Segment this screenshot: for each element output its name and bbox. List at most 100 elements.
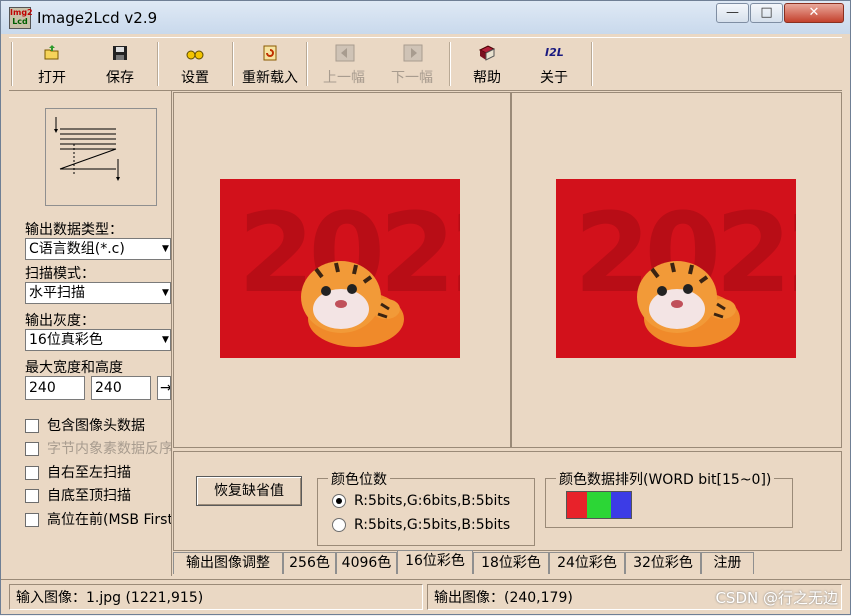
checkbox-label: 自底至顶扫描 [47,488,131,504]
max-height-input[interactable]: 240 [91,376,151,400]
apply-size-button[interactable]: → [157,376,171,400]
about-button[interactable]: I2L 关于 [521,42,587,86]
toolbar-separator [591,42,593,86]
app-logo-text-top: Img2 [10,8,33,17]
help-button[interactable]: 帮助 [454,42,520,86]
tab-4096-color[interactable]: 4096色 [336,552,397,574]
restore-defaults-button[interactable]: 恢复缺省值 [196,476,302,506]
title-bar[interactable]: Img2 Lcd Image2Lcd v2.9 — □ ✕ [1,1,850,34]
blue-bits-segment [611,492,631,518]
gray-select[interactable]: 16位真彩色 ▼ [25,329,171,351]
minimize-button[interactable]: — [716,3,749,23]
color-arrangement-group: 颜色数据排列(WORD bit[15~0]) [545,469,793,528]
checkbox-bottom-to-top[interactable]: 自底至顶扫描 [25,485,131,505]
tab-256-color[interactable]: 256色 [283,552,336,574]
close-icon: ✕ [808,5,820,20]
checkbox-right-to-left[interactable]: 自右至左扫描 [25,462,131,482]
open-label: 打开 [38,70,66,86]
radio-label: R:5bits,G:5bits,B:5bits [354,517,511,533]
green-bits-segment [587,492,611,518]
output-image-panel: 2022 [511,92,842,448]
next-button[interactable]: 下一幅 [379,42,445,86]
color-arrangement-title: 颜色数据排列(WORD bit[15~0]) [556,469,775,489]
output-image: 2022 [556,179,796,358]
close-button[interactable]: ✕ [784,3,844,23]
gray-value: 16位真彩色 [29,332,103,348]
about-i2l-icon: I2L [545,46,564,59]
window-title: Image2Lcd v2.9 [37,9,158,27]
checkbox-label: 高位在前(MSB First) [47,512,171,528]
app-logo-text-bottom: Lcd [12,17,28,26]
settings-panel: 输出数据类型： C语言数组(*.c) ▼ 扫描模式： 水平扫描 ▼ 输出灰度： … [9,91,172,576]
checkbox-reverse-pixels[interactable]: 字节内象素数据反序 [25,438,171,458]
radio-dot[interactable] [332,494,346,508]
color-settings-panel: 恢复缺省值 颜色位数 R:5bits,G:6bits,B:5bits R:5bi… [173,451,842,551]
save-disk-icon [111,44,129,62]
gray-label: 输出灰度： [25,313,95,329]
previous-button[interactable]: 上一幅 [311,42,377,86]
toolbar: 打开 保存 设置 重新载入 上一幅 下一幅 帮助 I2L 关于 [9,37,842,91]
scan-mode-value: 水平扫描 [29,285,85,301]
checkbox-box[interactable] [25,489,39,503]
bit-arrangement-bar [566,491,632,519]
output-type-value: C语言数组(*.c) [29,241,125,257]
about-label: 关于 [540,70,568,86]
help-book-icon [478,44,496,62]
checkbox-box[interactable] [25,419,39,433]
checkbox-box[interactable] [25,513,39,527]
next-icon [403,44,423,62]
radio-565[interactable]: R:5bits,G:6bits,B:5bits [332,493,510,509]
scan-mode-label: 扫描模式： [25,266,95,282]
checkbox-label: 包含图像头数据 [47,418,145,434]
radio-dot[interactable] [332,518,346,532]
settings-button[interactable]: 设置 [162,42,228,86]
maximize-icon: □ [760,5,773,20]
checkbox-include-header[interactable]: 包含图像头数据 [25,415,145,435]
reload-button[interactable]: 重新载入 [237,42,303,86]
checkbox-label: 自右至左扫描 [47,465,131,481]
checkbox-box[interactable] [25,466,39,480]
open-button[interactable]: 打开 [19,42,85,86]
scan-mode-select[interactable]: 水平扫描 ▼ [25,282,171,304]
toolbar-separator [157,42,159,86]
red-bits-segment [567,492,587,518]
output-type-label: 输出数据类型： [25,222,123,238]
checkbox-label: 字节内象素数据反序 [47,441,171,457]
tab-output-adjust[interactable]: 输出图像调整 [173,552,283,574]
help-label: 帮助 [473,70,501,86]
app-logo-icon: Img2 Lcd [9,7,33,29]
output-type-select[interactable]: C语言数组(*.c) ▼ [25,238,171,260]
checkbox-box[interactable] [25,442,39,456]
toolbar-separator [232,42,234,86]
open-folder-icon [43,44,61,62]
radio-label: R:5bits,G:6bits,B:5bits [354,493,511,509]
tab-18bit-color[interactable]: 18位彩色 [473,552,549,574]
settings-glasses-icon [186,44,204,62]
reload-icon [261,44,279,62]
checkbox-msb-first[interactable]: 高位在前(MSB First) [25,509,171,529]
color-bits-group: 颜色位数 R:5bits,G:6bits,B:5bits R:5bits,G:5… [317,469,535,546]
save-label: 保存 [106,70,134,86]
input-image-status: 输入图像：1.jpg (1221,915) [9,584,423,610]
max-width-input[interactable]: 240 [25,376,85,400]
reload-label: 重新载入 [242,70,298,86]
tiger-figure [301,261,404,347]
save-button[interactable]: 保存 [87,42,153,86]
settings-label: 设置 [181,70,209,86]
max-size-label: 最大宽度和高度 [25,360,123,376]
tab-24bit-color[interactable]: 24位彩色 [549,552,625,574]
color-bits-title: 颜色位数 [328,469,390,489]
previous-icon [335,44,355,62]
input-image-panel: 2022 [173,92,511,448]
toolbar-separator [306,42,308,86]
chevron-down-icon: ▼ [162,335,169,345]
tab-32bit-color[interactable]: 32位彩色 [625,552,701,574]
tab-register[interactable]: 注册 [701,552,754,574]
previous-label: 上一幅 [323,70,365,86]
app-window: Img2 Lcd Image2Lcd v2.9 — □ ✕ 打开 保存 设置 重… [0,0,851,615]
tab-16bit-color[interactable]: 16位彩色 [397,550,473,574]
status-bar: 输入图像：1.jpg (1221,915) 输出图像：(240,179) CSD… [1,579,850,616]
radio-555[interactable]: R:5bits,G:5bits,B:5bits [332,517,510,533]
watermark-text: CSDN @行之无边 [715,589,838,607]
maximize-button[interactable]: □ [750,3,783,23]
